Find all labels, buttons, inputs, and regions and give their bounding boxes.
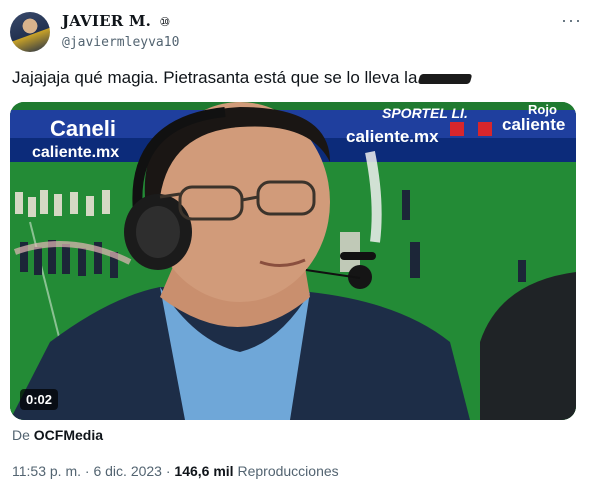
- redacted-scribble: [418, 73, 473, 84]
- tweet-text-content: Jajajaja qué magia. Pietrasanta está que…: [12, 68, 418, 87]
- board-text-caliente-3: caliente: [502, 115, 565, 134]
- video-duration: 0:02: [20, 389, 59, 410]
- board-text-caneli: Caneli: [50, 116, 116, 141]
- more-options-icon[interactable]: ···: [561, 10, 582, 31]
- author-info: JAVIER M. ⑩ @javiermleyva10: [62, 12, 179, 50]
- meta-separator: ·: [84, 463, 90, 479]
- source-name-link[interactable]: OCFMedia: [34, 427, 103, 443]
- board-text-rojo: Rojo: [528, 102, 557, 117]
- board-text-caliente-1: caliente.mx: [32, 144, 119, 161]
- tweet-time[interactable]: 11:53 p. m.: [12, 463, 81, 479]
- tweet-text: Jajajaja qué magia. Pietrasanta está que…: [12, 67, 473, 89]
- view-count: 146,6 mil: [174, 463, 234, 479]
- author-badge: ⑩: [159, 15, 171, 29]
- video-frame: Caneli caliente.mx caliente.mx SPORTEL L…: [10, 102, 576, 420]
- meta-separator: ·: [165, 463, 171, 479]
- author-avatar[interactable]: [10, 12, 50, 52]
- tweet-meta: 11:53 p. m. · 6 dic. 2023 · 146,6 mil Re…: [12, 463, 339, 479]
- tweet-date[interactable]: 6 dic. 2023: [93, 463, 162, 479]
- video-player[interactable]: Caneli caliente.mx caliente.mx SPORTEL L…: [10, 102, 576, 420]
- video-source: De OCFMedia: [12, 427, 103, 443]
- view-count-label: Reproducciones: [237, 463, 339, 479]
- board-text-caliente-2: caliente.mx: [346, 127, 439, 146]
- source-prefix: De: [12, 427, 30, 443]
- author-display-name[interactable]: JAVIER M.: [62, 12, 151, 30]
- board-text-sportel: SPORTEL LI.: [382, 105, 468, 121]
- author-handle[interactable]: @javiermleyva10: [62, 35, 179, 50]
